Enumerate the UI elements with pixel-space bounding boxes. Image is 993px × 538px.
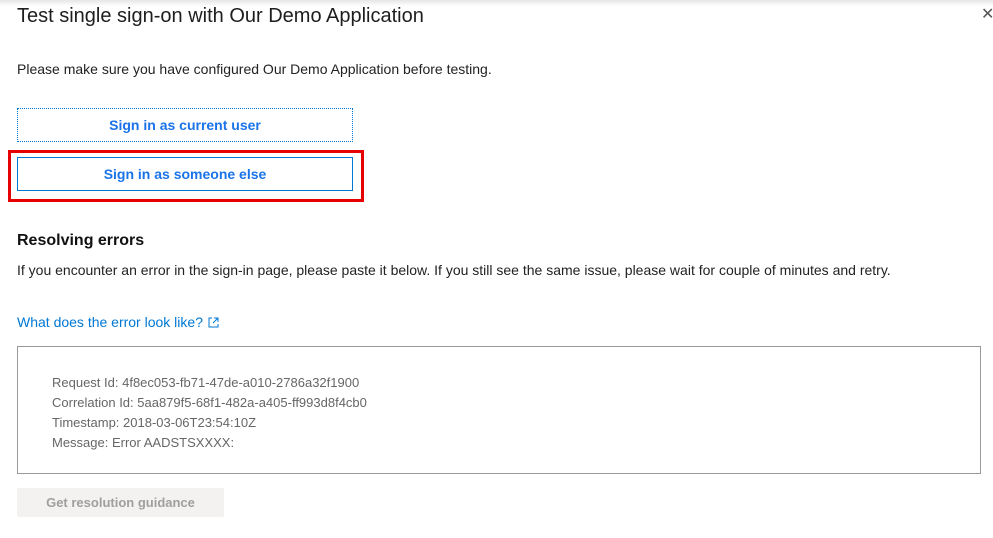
sign-in-someone-else-button[interactable]: Sign in as someone else (17, 157, 353, 191)
error-line: Message: Error AADSTSXXXX: (52, 435, 235, 450)
error-line: Correlation Id: 5aa879f5-68f1-482a-a405-… (52, 395, 367, 410)
get-resolution-guidance-button[interactable]: Get resolution guidance (17, 488, 224, 517)
error-line: Request Id: 4f8ec053-fb71-47de-a010-2786… (52, 375, 360, 390)
sign-in-current-user-button[interactable]: Sign in as current user (17, 108, 353, 142)
error-look-link-label: What does the error look like? (17, 314, 203, 330)
close-icon[interactable]: ✕ (981, 4, 993, 24)
panel-title: Test single sign-on with Our Demo Applic… (17, 5, 424, 27)
error-input-textarea[interactable]: Request Id: 4f8ec053-fb71-47de-a010-2786… (17, 346, 981, 474)
error-look-link[interactable]: What does the error look like? (17, 314, 219, 330)
resolving-errors-description: If you encounter an error in the sign-in… (17, 262, 891, 278)
error-line: Timestamp: 2018-03-06T23:54:10Z (52, 415, 257, 430)
external-link-icon (208, 317, 219, 328)
resolving-errors-heading: Resolving errors (17, 232, 145, 249)
intro-text: Please make sure you have configured Our… (17, 61, 492, 77)
